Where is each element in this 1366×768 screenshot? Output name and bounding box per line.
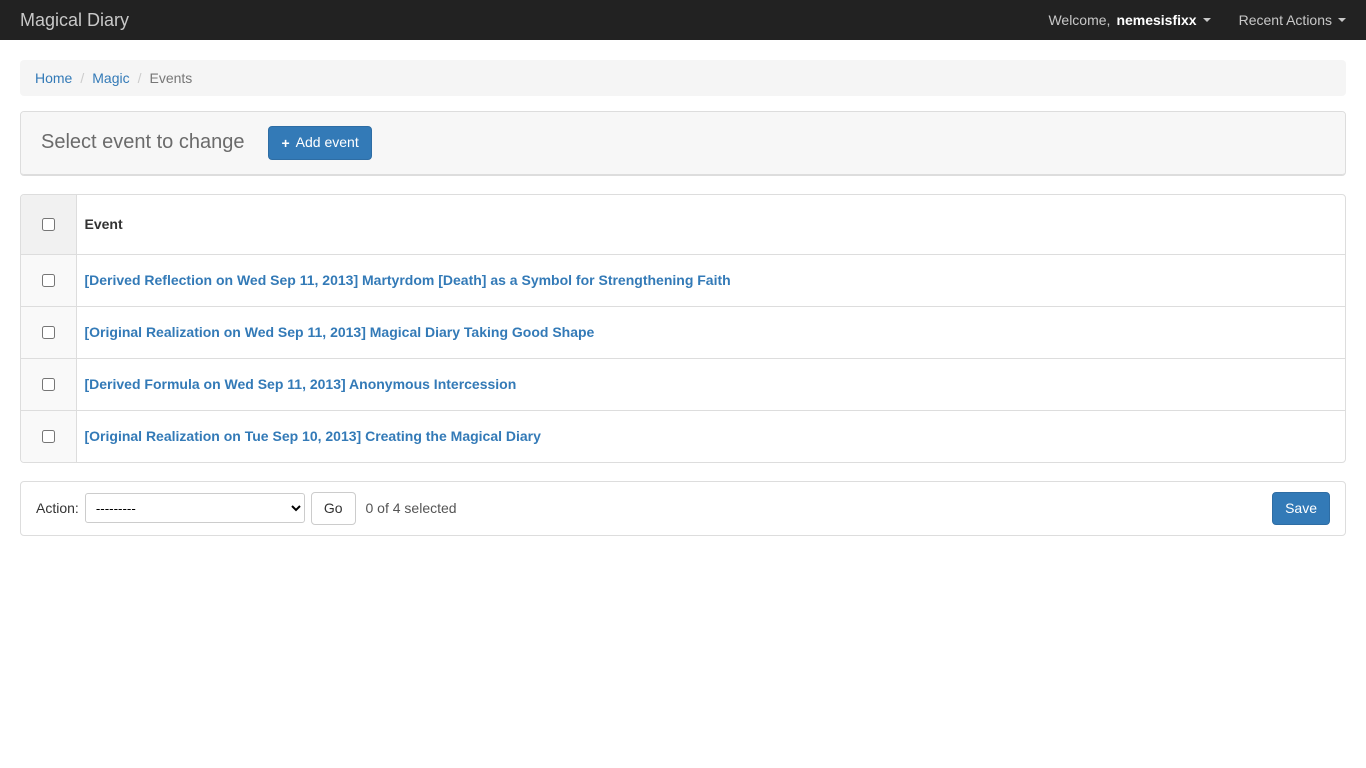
event-column-header[interactable]: Event xyxy=(76,195,1345,255)
row-event-cell: [Original Realization on Wed Sep 11, 201… xyxy=(76,306,1345,358)
breadcrumb-home[interactable]: Home xyxy=(35,70,72,86)
row-checkbox[interactable] xyxy=(42,274,55,287)
event-link[interactable]: [Derived Formula on Wed Sep 11, 2013] An… xyxy=(85,376,517,392)
welcome-text: Welcome, xyxy=(1048,12,1110,28)
caret-down-icon xyxy=(1203,18,1211,22)
events-table-wrap: Event [Derived Reflection on Wed Sep 11,… xyxy=(20,194,1346,463)
add-event-label: Add event xyxy=(296,133,359,153)
plus-icon: + xyxy=(281,136,289,150)
recent-actions-label: Recent Actions xyxy=(1239,12,1332,28)
brand-link[interactable]: Magical Diary xyxy=(20,0,129,40)
row-event-cell: [Derived Reflection on Wed Sep 11, 2013]… xyxy=(76,254,1345,306)
add-event-button[interactable]: + Add event xyxy=(268,126,371,160)
breadcrumb-sep: / xyxy=(72,70,92,86)
row-check-cell xyxy=(21,306,76,358)
recent-actions-menu[interactable]: Recent Actions xyxy=(1239,12,1346,28)
row-check-cell xyxy=(21,358,76,410)
go-button[interactable]: Go xyxy=(311,492,356,526)
panel-heading: Select event to change + Add event xyxy=(21,112,1345,175)
navbar: Magical Diary Welcome, nemesisfixx Recen… xyxy=(0,0,1366,40)
navbar-right: Welcome, nemesisfixx Recent Actions xyxy=(1048,12,1346,28)
event-link[interactable]: [Derived Reflection on Wed Sep 11, 2013]… xyxy=(85,272,731,288)
breadcrumb: Home / Magic / Events xyxy=(20,60,1346,96)
selection-count: 0 of 4 selected xyxy=(366,500,457,516)
main-container: Home / Magic / Events Select event to ch… xyxy=(0,40,1366,556)
table-row: [Original Realization on Wed Sep 11, 201… xyxy=(21,306,1345,358)
event-link[interactable]: [Original Realization on Wed Sep 11, 201… xyxy=(85,324,595,340)
row-check-cell xyxy=(21,410,76,462)
row-event-cell: [Derived Formula on Wed Sep 11, 2013] An… xyxy=(76,358,1345,410)
action-bar: Action: --------- Go 0 of 4 selected Sav… xyxy=(20,481,1346,537)
header-panel: Select event to change + Add event xyxy=(20,111,1346,176)
row-checkbox[interactable] xyxy=(42,326,55,339)
save-button[interactable]: Save xyxy=(1272,492,1330,526)
row-checkbox[interactable] xyxy=(42,430,55,443)
row-event-cell: [Original Realization on Tue Sep 10, 201… xyxy=(76,410,1345,462)
breadcrumb-sep: / xyxy=(130,70,150,86)
breadcrumb-magic[interactable]: Magic xyxy=(92,70,129,86)
row-checkbox[interactable] xyxy=(42,378,55,391)
action-bar-left: Action: --------- Go 0 of 4 selected xyxy=(36,492,1272,526)
page-title: Select event to change xyxy=(41,131,244,154)
action-label: Action: xyxy=(36,500,79,516)
action-select[interactable]: --------- xyxy=(85,493,305,523)
caret-down-icon xyxy=(1338,18,1346,22)
username: nemesisfixx xyxy=(1116,12,1196,28)
table-row: [Derived Reflection on Wed Sep 11, 2013]… xyxy=(21,254,1345,306)
table-row: [Derived Formula on Wed Sep 11, 2013] An… xyxy=(21,358,1345,410)
row-check-cell xyxy=(21,254,76,306)
select-all-header xyxy=(21,195,76,255)
select-all-checkbox[interactable] xyxy=(42,218,55,231)
event-link[interactable]: [Original Realization on Tue Sep 10, 201… xyxy=(85,428,541,444)
user-menu[interactable]: Welcome, nemesisfixx xyxy=(1048,12,1210,28)
breadcrumb-current: Events xyxy=(150,70,193,86)
events-table: Event [Derived Reflection on Wed Sep 11,… xyxy=(21,195,1345,462)
table-row: [Original Realization on Tue Sep 10, 201… xyxy=(21,410,1345,462)
